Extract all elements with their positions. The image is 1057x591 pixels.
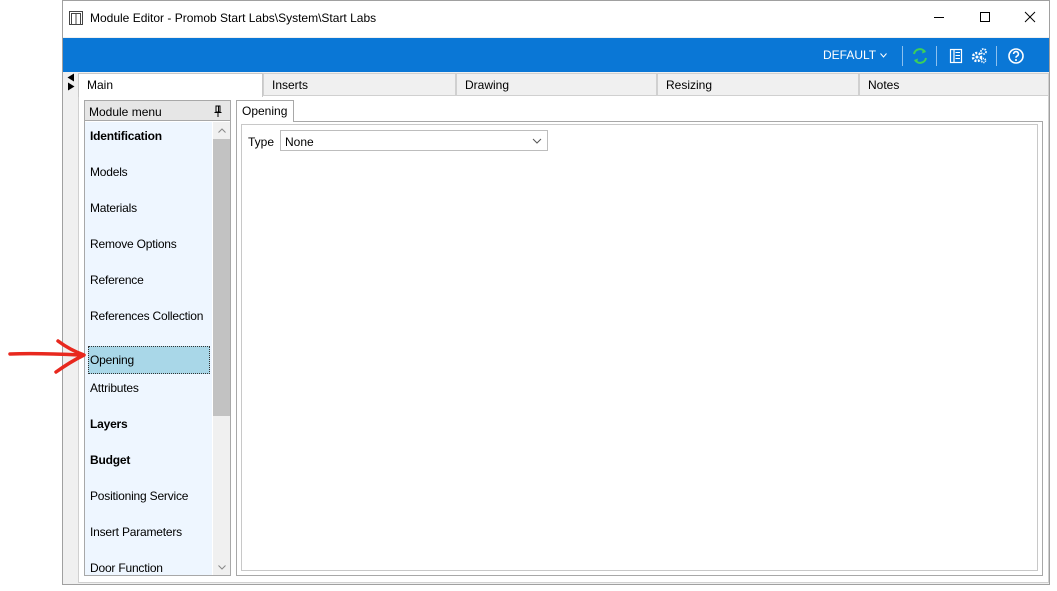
module-editor-window: Module Editor - Promob Start Labs\System… xyxy=(62,0,1050,585)
close-icon xyxy=(1024,11,1036,23)
opening-panel-body: Type None xyxy=(241,124,1038,571)
menu-item-references-collection[interactable]: References Collection xyxy=(85,302,212,330)
tab-main[interactable]: Main xyxy=(78,73,263,97)
settings-button[interactable] xyxy=(969,46,989,66)
chevron-down-icon xyxy=(532,138,542,144)
type-select-value: None xyxy=(285,135,314,149)
menu-item-insert-parameters[interactable]: Insert Parameters xyxy=(85,518,212,546)
scroll-down-button[interactable] xyxy=(213,559,230,575)
module-menu-list: Identification Models Materials Remove O… xyxy=(85,122,212,575)
panel-collapse-arrows-icon[interactable] xyxy=(66,73,76,91)
menu-item-attributes[interactable]: Attributes xyxy=(85,374,212,402)
menu-item-remove-options[interactable]: Remove Options xyxy=(85,230,212,258)
profile-dropdown[interactable]: DEFAULT xyxy=(823,48,888,62)
menu-item-models[interactable]: Models xyxy=(85,158,212,186)
help-icon xyxy=(1008,48,1024,64)
main-tab-content: Module menu Identification Models Materi… xyxy=(78,95,1049,583)
menu-item-materials[interactable]: Materials xyxy=(85,194,212,222)
chevron-up-icon xyxy=(217,128,226,133)
tab-label: Drawing xyxy=(465,78,510,92)
ribbon-separator xyxy=(936,46,937,66)
tab-label: Main xyxy=(87,78,114,92)
minimize-icon xyxy=(934,17,944,18)
tab-opening[interactable]: Opening xyxy=(236,100,295,122)
tab-inserts[interactable]: Inserts xyxy=(263,73,456,95)
module-menu-scrollbar[interactable] xyxy=(213,122,230,575)
menu-item-layers[interactable]: Layers xyxy=(85,410,212,438)
minimize-button[interactable] xyxy=(916,1,962,33)
title-bar: Module Editor - Promob Start Labs\System… xyxy=(63,1,1049,37)
tab-label: Notes xyxy=(868,78,900,92)
catalog-icon xyxy=(949,48,963,64)
maximize-button[interactable] xyxy=(962,1,1008,33)
red-annotation-arrow-icon xyxy=(8,339,86,374)
chevron-down-icon xyxy=(880,52,888,58)
ribbon-bar: DEFAULT xyxy=(63,38,1049,72)
tab-label: Inserts xyxy=(272,78,309,92)
refresh-icon xyxy=(913,48,927,64)
type-select[interactable]: None xyxy=(280,130,548,151)
tab-notes[interactable]: Notes xyxy=(859,73,1049,95)
menu-item-identification[interactable]: Identification xyxy=(85,122,212,150)
tab-resizing[interactable]: Resizing xyxy=(657,73,859,95)
profile-label: DEFAULT xyxy=(823,48,877,62)
window-title: Module Editor - Promob Start Labs\System… xyxy=(90,11,377,25)
menu-item-opening[interactable]: Opening xyxy=(88,346,210,374)
maximize-icon xyxy=(980,12,990,22)
opening-panel: Type None xyxy=(236,121,1043,576)
chevron-down-icon xyxy=(217,565,226,570)
scroll-up-button[interactable] xyxy=(213,122,230,139)
menu-item-reference[interactable]: Reference xyxy=(85,266,212,294)
ribbon-separator xyxy=(996,46,997,66)
menu-item-positioning-service[interactable]: Positioning Service xyxy=(85,482,212,510)
tab-drawing[interactable]: Drawing xyxy=(456,73,657,95)
menu-item-door-function[interactable]: Door Function xyxy=(85,554,212,575)
pin-icon[interactable] xyxy=(213,104,223,118)
settings-gears-icon xyxy=(971,48,987,64)
refresh-button[interactable] xyxy=(910,46,930,66)
tab-label: Resizing xyxy=(666,78,713,92)
menu-item-budget[interactable]: Budget xyxy=(85,446,212,474)
module-menu-title: Module menu xyxy=(89,105,162,119)
main-tab-strip: Main Inserts Drawing Resizing Notes xyxy=(78,73,1049,97)
tab-label: Opening xyxy=(242,104,288,118)
module-menu-header: Module menu xyxy=(85,101,230,121)
ribbon-separator xyxy=(902,46,903,66)
module-menu-panel: Module menu Identification Models Materi… xyxy=(84,100,231,576)
module-editor-app-icon xyxy=(69,11,83,25)
scroll-thumb[interactable] xyxy=(213,139,230,416)
help-button[interactable] xyxy=(1006,46,1026,66)
catalog-button[interactable] xyxy=(946,46,966,66)
close-button[interactable] xyxy=(1007,1,1053,33)
type-label: Type xyxy=(248,135,275,149)
